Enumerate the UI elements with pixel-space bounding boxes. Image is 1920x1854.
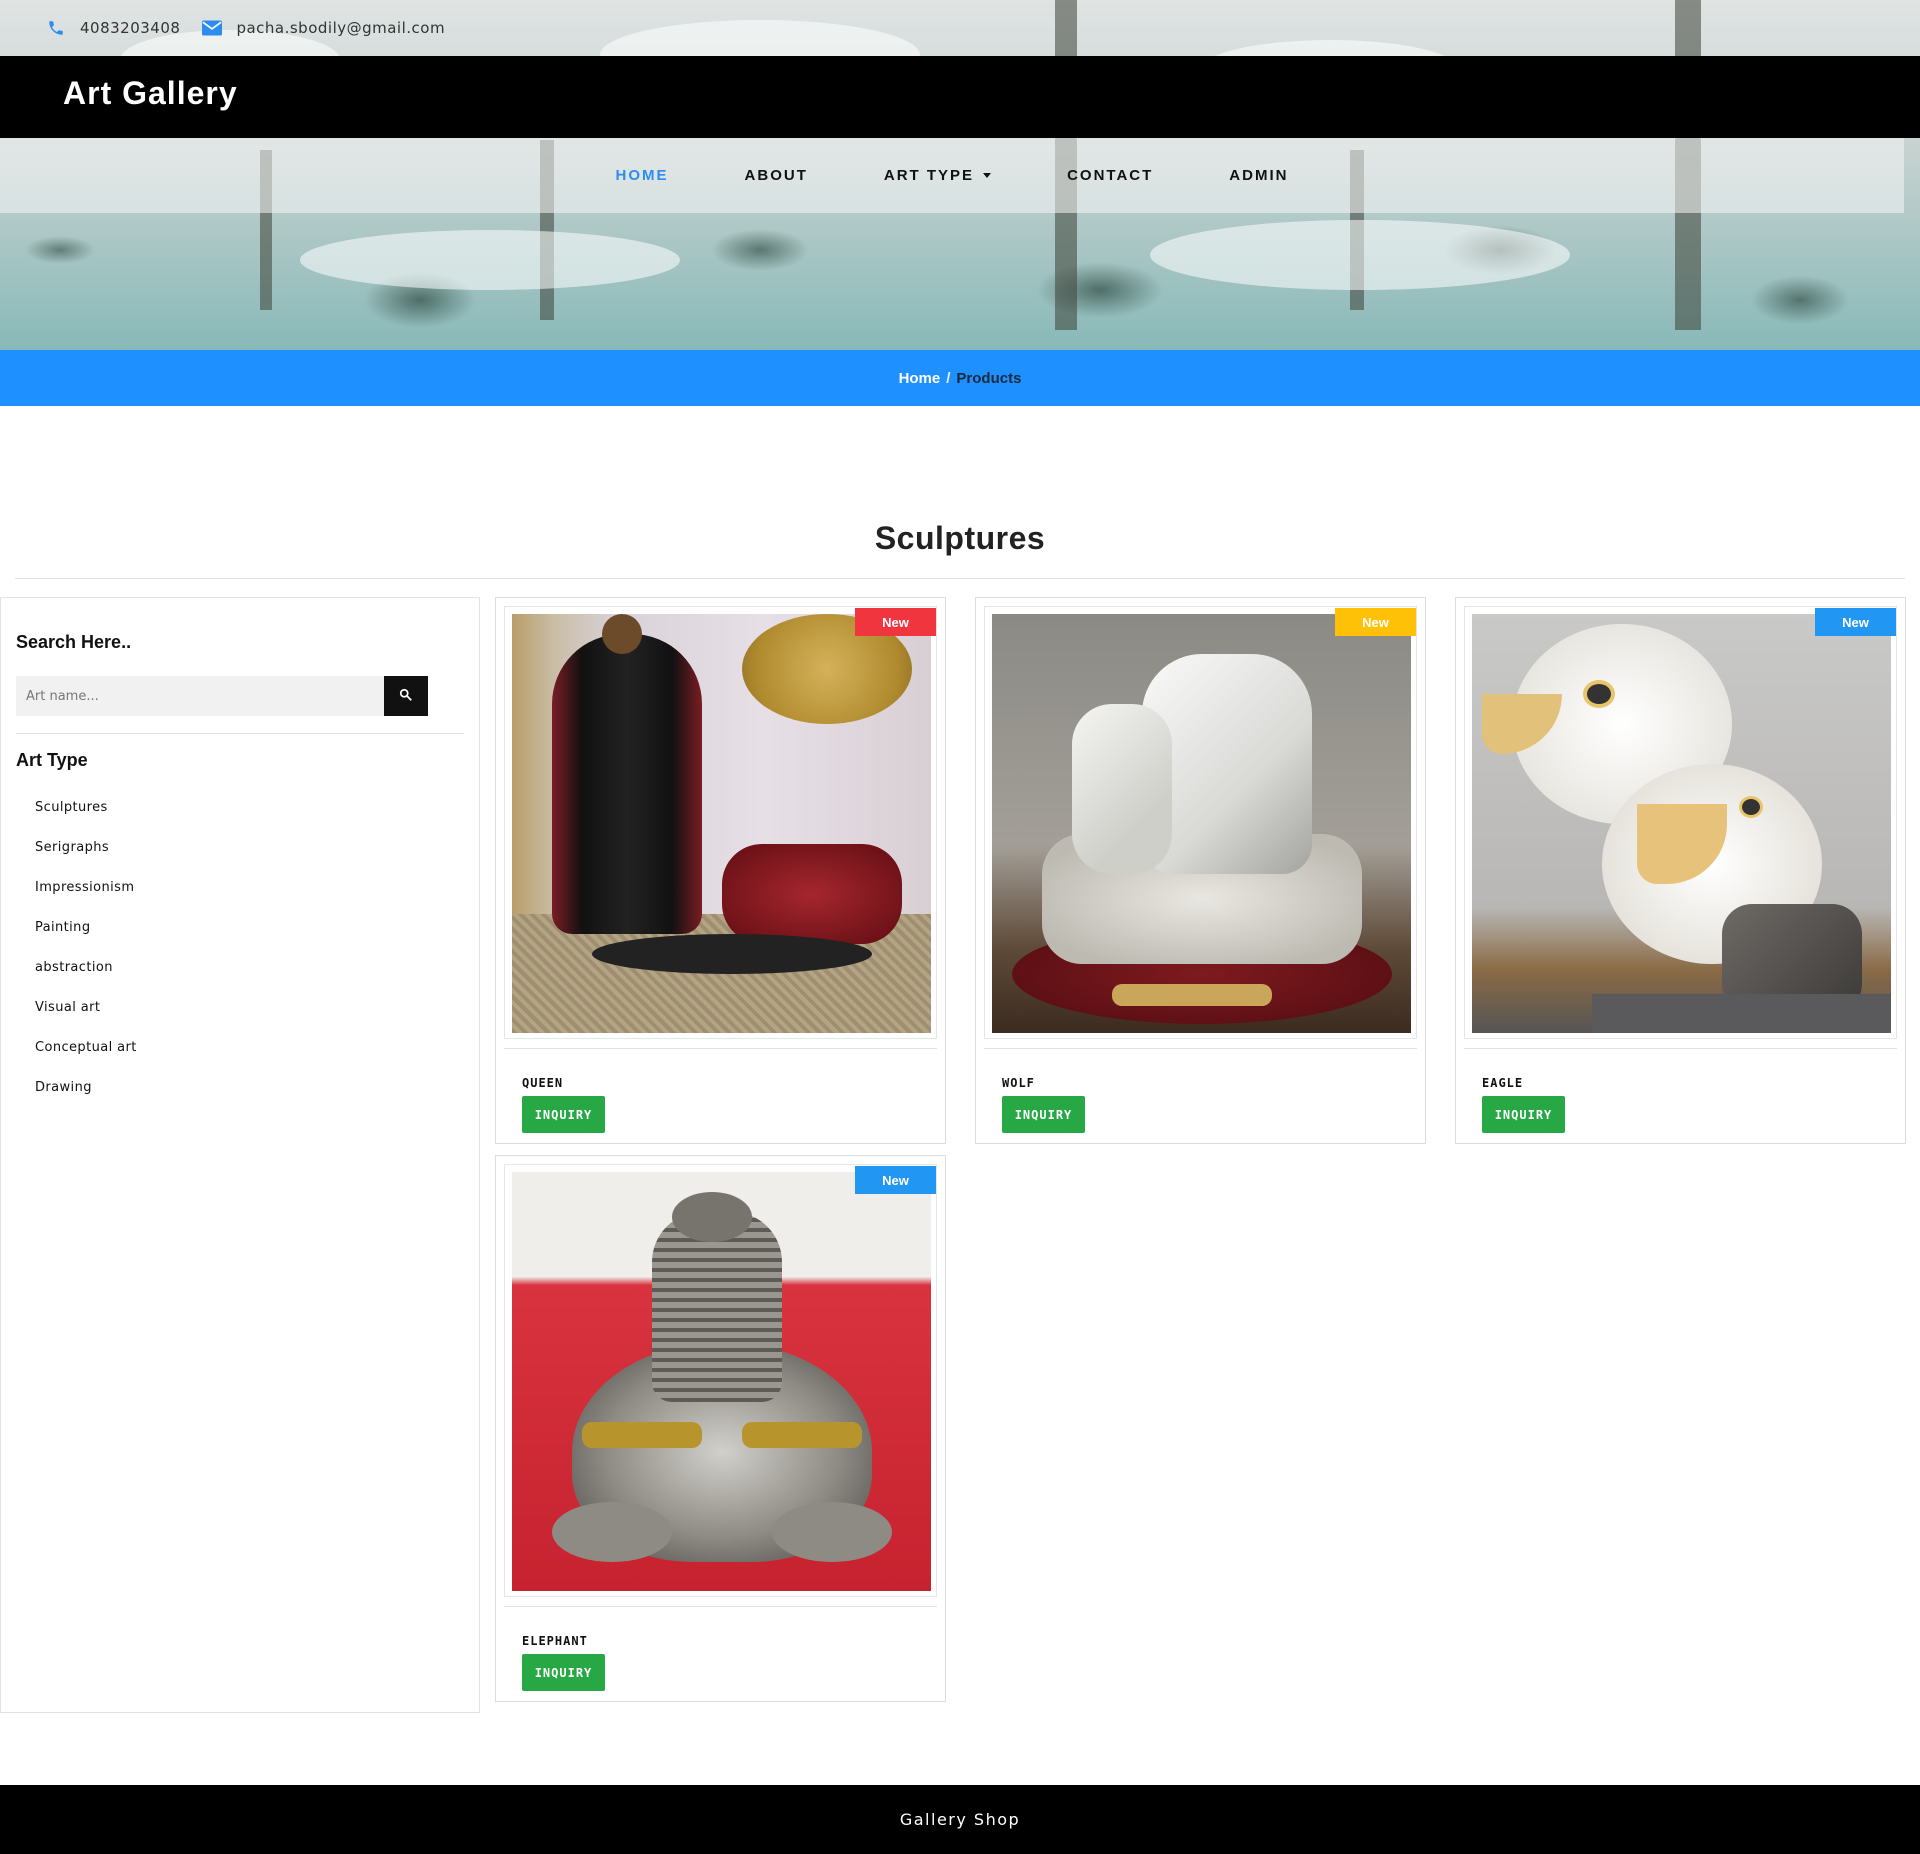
product-card-queen: New QUEEN INQUIRY (495, 597, 946, 1144)
product-photo-eagle (1472, 614, 1891, 1033)
main-nav: HOME ABOUT ART TYPE CONTACT ADMIN (0, 138, 1904, 213)
art-type-heading: Art Type (16, 750, 88, 770)
breadcrumb-separator: / (946, 369, 951, 387)
art-type-item-impressionism[interactable]: Impressionism (35, 880, 137, 920)
product-image-frame[interactable] (504, 606, 937, 1039)
inquiry-button[interactable]: INQUIRY (1002, 1096, 1085, 1133)
art-type-item-serigraphs[interactable]: Serigraphs (35, 840, 137, 880)
phone-contact[interactable]: 4083203408 (46, 18, 180, 38)
product-image-frame[interactable] (1464, 606, 1897, 1039)
nav-item-home[interactable]: HOME (616, 167, 669, 184)
caret-down-icon (983, 173, 992, 178)
product-card-eagle: New EAGLE INQUIRY (1455, 597, 1906, 1144)
inquiry-button[interactable]: INQUIRY (522, 1654, 605, 1691)
product-name: ELEPHANT (522, 1634, 588, 1648)
footer-text: Gallery Shop (899, 1810, 1021, 1829)
envelope-icon (202, 18, 223, 38)
inquiry-button[interactable]: INQUIRY (1482, 1096, 1565, 1133)
search-input[interactable] (16, 676, 384, 716)
sidebar-divider (16, 733, 464, 734)
card-divider (504, 1048, 937, 1049)
site-header: Art Gallery (0, 56, 1920, 138)
email-contact[interactable]: pacha.sbodily@gmail.com (202, 18, 445, 38)
product-name: EAGLE (1482, 1076, 1524, 1090)
page-title: Sculptures (874, 520, 1046, 556)
art-type-item-visual-art[interactable]: Visual art (35, 1000, 137, 1040)
art-type-item-conceptual-art[interactable]: Conceptual art (35, 1040, 137, 1080)
new-badge: New (855, 1166, 936, 1194)
art-type-item-painting[interactable]: Painting (35, 920, 137, 960)
product-photo-queen (512, 614, 931, 1033)
product-name: WOLF (1002, 1076, 1035, 1090)
search-icon (399, 687, 413, 706)
card-divider (504, 1606, 937, 1607)
contact-bar: 4083203408 pacha.sbodily@gmail.com (0, 0, 1920, 56)
art-type-item-drawing[interactable]: Drawing (35, 1080, 137, 1120)
search-button[interactable] (384, 676, 428, 716)
new-badge: New (1335, 608, 1416, 636)
product-card-wolf: New WOLF INQUIRY (975, 597, 1426, 1144)
new-badge: New (1815, 608, 1896, 636)
product-image-frame[interactable] (984, 606, 1417, 1039)
product-photo-elephant (512, 1172, 931, 1591)
nav-item-admin[interactable]: ADMIN (1229, 167, 1288, 184)
breadcrumb-home-link[interactable]: Home (899, 370, 941, 387)
product-image-frame[interactable] (504, 1164, 937, 1597)
nav-item-contact[interactable]: CONTACT (1067, 167, 1153, 184)
title-divider (15, 578, 1905, 579)
nav-item-art-type[interactable]: ART TYPE (884, 167, 992, 184)
product-card-elephant: New ELEPHANT INQUIRY (495, 1155, 946, 1702)
product-name: QUEEN (522, 1076, 564, 1090)
site-footer: Gallery Shop (0, 1785, 1920, 1854)
card-divider (984, 1048, 1417, 1049)
site-logo-title[interactable]: Art Gallery (63, 75, 238, 112)
breadcrumb-current: Products (956, 369, 1022, 387)
nav-item-about[interactable]: ABOUT (745, 167, 808, 184)
phone-icon (46, 18, 66, 38)
phone-number: 4083203408 (80, 19, 181, 37)
sidebar: Search Here.. Art Type Sculptures Serigr… (0, 597, 480, 1713)
inquiry-button[interactable]: INQUIRY (522, 1096, 605, 1133)
new-badge: New (855, 608, 936, 636)
product-photo-wolf (992, 614, 1411, 1033)
art-type-list: Sculptures Serigraphs Impressionism Pain… (35, 800, 137, 1120)
email-address: pacha.sbodily@gmail.com (236, 19, 446, 37)
search-heading: Search Here.. (16, 632, 132, 652)
card-divider (1464, 1048, 1897, 1049)
art-type-item-sculptures[interactable]: Sculptures (35, 800, 137, 840)
breadcrumb: Home / Products (0, 350, 1920, 406)
art-type-item-abstraction[interactable]: abstraction (35, 960, 137, 1000)
